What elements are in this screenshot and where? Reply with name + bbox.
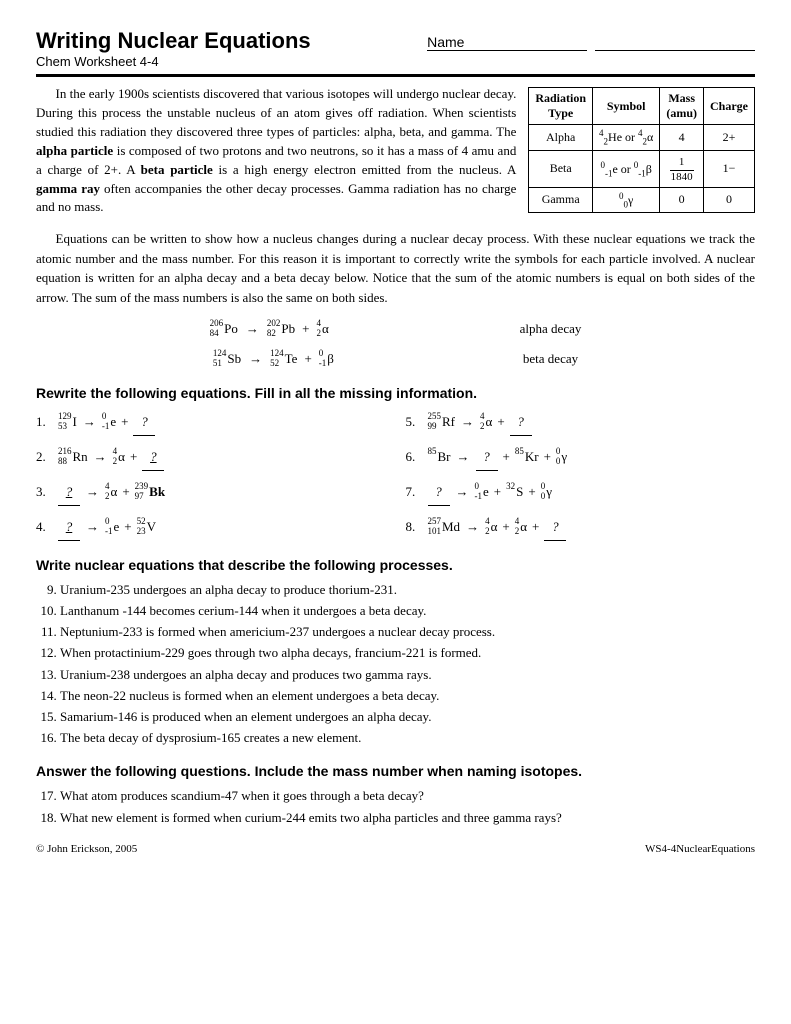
alpha-decay-equation: 20684Po → 20282Pb + 42α: [210, 319, 470, 339]
problem-10: Lanthanum -144 becomes cerium-144 when i…: [60, 602, 755, 620]
word-problems-section: Uranium-235 undergoes an alpha decay to …: [36, 581, 755, 748]
charge-gamma: 0: [704, 187, 755, 212]
intro-paragraph1: In the early 1900s scientists discovered…: [36, 85, 516, 217]
radiation-type-beta: Beta: [529, 150, 593, 187]
problem-2: 2. 21688Rn → 42α + ?: [36, 444, 386, 471]
symbol-alpha: 42He or 42α: [593, 125, 660, 150]
beta-decay-row: 12451Sb → 12452Te + 0-1β beta decay: [213, 349, 578, 369]
problems-grid: 1. 12953I → 0-1e + ? 5. 25599Rf → 42α + …: [36, 409, 755, 541]
mass-beta: 11840: [660, 150, 704, 187]
page-footer: © John Erickson, 2005 WS4-4NuclearEquati…: [36, 843, 755, 855]
intro-text: In the early 1900s scientists discovered…: [36, 85, 516, 221]
mass-gamma: 0: [660, 187, 704, 212]
problem-12: When protactinium-229 goes through two a…: [60, 644, 755, 662]
problem-4: 4. ? → 0-1e + 5223V: [36, 514, 386, 541]
col-header-symbol: Symbol: [593, 88, 660, 125]
radiation-type-alpha: Alpha: [529, 125, 593, 150]
charge-alpha: 2+: [704, 125, 755, 150]
section3-header: Answer the following questions. Include …: [36, 763, 755, 779]
copyright: © John Erickson, 2005: [36, 843, 137, 855]
charge-beta: 1−: [704, 150, 755, 187]
table-row: Gamma 00γ 0 0: [529, 187, 755, 212]
table-row: Alpha 42He or 42α 4 2+: [529, 125, 755, 150]
problem-5: 5. 25599Rf → 42α + ?: [406, 409, 756, 436]
title-block: Writing Nuclear Equations Chem Worksheet…: [36, 28, 311, 69]
problem-13: Uranium-238 undergoes an alpha decay and…: [60, 666, 755, 684]
beta-decay-equation: 12451Sb → 12452Te + 0-1β: [213, 349, 473, 369]
problem-1: 1. 12953I → 0-1e + ?: [36, 409, 386, 436]
col-header-mass: Mass(amu): [660, 88, 704, 125]
decay-examples: 20684Po → 20282Pb + 42α alpha decay 1245…: [36, 319, 755, 369]
symbol-beta: 0-1e or 0-1β: [593, 150, 660, 187]
page-subtitle: Chem Worksheet 4-4: [36, 54, 311, 69]
name-field: Name: [423, 28, 755, 51]
table-row: Beta 0-1e or 0-1β 11840 1−: [529, 150, 755, 187]
alpha-decay-row: 20684Po → 20282Pb + 42α alpha decay: [210, 319, 582, 339]
problem-14: The neon-22 nucleus is formed when an el…: [60, 687, 755, 705]
problem-16: The beta decay of dysprosium-165 creates…: [60, 729, 755, 747]
answer-problems-list: What atom produces scandium-47 when it g…: [36, 787, 755, 826]
intro-section: In the early 1900s scientists discovered…: [36, 85, 755, 221]
radiation-type-gamma: Gamma: [529, 187, 593, 212]
page-title: Writing Nuclear Equations: [36, 28, 311, 54]
problem-15: Samarium-146 is produced when an element…: [60, 708, 755, 726]
alpha-decay-label: alpha decay: [520, 321, 582, 337]
symbol-gamma: 00γ: [593, 187, 660, 212]
beta-decay-label: beta decay: [523, 351, 578, 367]
problem-8: 8. 257101Md → 42α + 42α + ?: [406, 514, 756, 541]
worksheet-id: WS4-4NuclearEquations: [645, 843, 755, 855]
page-header: Writing Nuclear Equations Chem Worksheet…: [36, 28, 755, 69]
equations-paragraph: Equations can be written to show how a n…: [36, 229, 755, 307]
problem-9: Uranium-235 undergoes an alpha decay to …: [60, 581, 755, 599]
section2-header: Write nuclear equations that describe th…: [36, 557, 755, 573]
answer-section: What atom produces scandium-47 when it g…: [36, 787, 755, 826]
problem-7: 7. ? → 0-1e + 32 S + 00γ: [406, 479, 756, 506]
radiation-table-container: RadiationType Symbol Mass(amu) Charge Al…: [528, 85, 755, 221]
radiation-table: RadiationType Symbol Mass(amu) Charge Al…: [528, 87, 755, 213]
problem-11: Neptunium-233 is formed when americium-2…: [60, 623, 755, 641]
col-header-type: RadiationType: [529, 88, 593, 125]
problem-6: 6. 85 Br → ? + 85 Kr + 00γ: [406, 444, 756, 471]
problem-17: What atom produces scandium-47 when it g…: [60, 787, 755, 805]
mass-alpha: 4: [660, 125, 704, 150]
header-divider: [36, 74, 755, 77]
section1-header: Rewrite the following equations. Fill in…: [36, 385, 755, 401]
problem-3: 3. ? → 42α + 23997Bk: [36, 479, 386, 506]
problem-18: What new element is formed when curium-2…: [60, 809, 755, 827]
word-problems-list: Uranium-235 undergoes an alpha decay to …: [36, 581, 755, 748]
col-header-charge: Charge: [704, 88, 755, 125]
equations-intro: Equations can be written to show how a n…: [36, 229, 755, 307]
